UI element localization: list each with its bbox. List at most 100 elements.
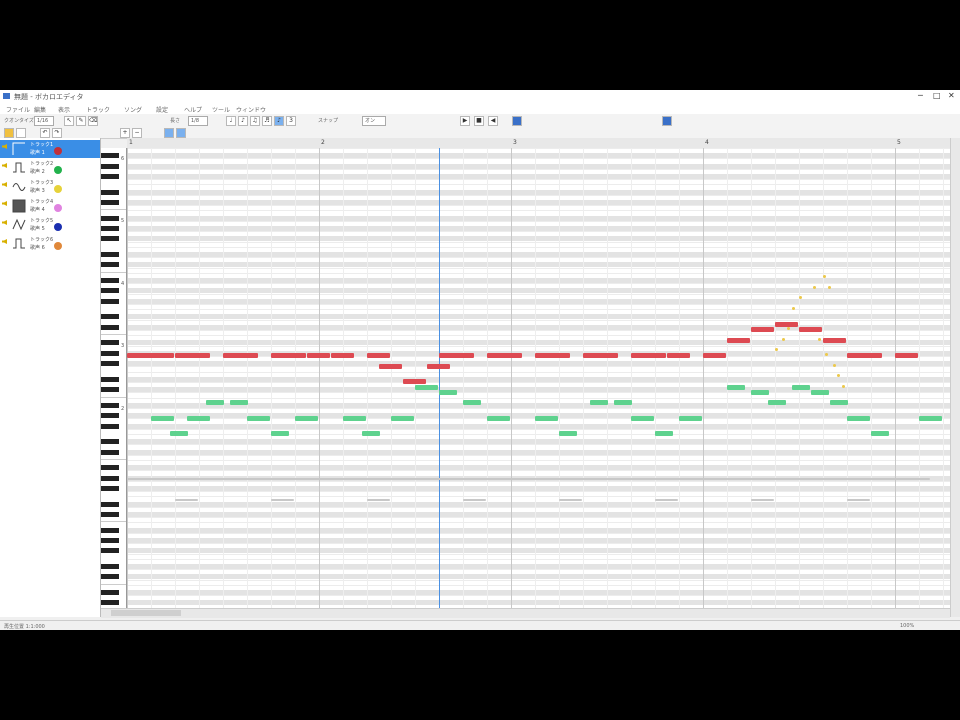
black-key[interactable]: [101, 288, 119, 294]
pitch-curve-point[interactable]: [791, 306, 795, 310]
red-note[interactable]: [379, 363, 402, 369]
black-key[interactable]: [101, 564, 119, 569]
black-key[interactable]: [101, 236, 119, 242]
green-note[interactable]: [463, 400, 482, 406]
zoom-in-icon[interactable]: +: [120, 128, 130, 138]
green-note[interactable]: [751, 389, 770, 395]
track-color-dot[interactable]: [54, 147, 62, 155]
menu-track[interactable]: トラック: [86, 105, 110, 114]
green-note[interactable]: [391, 415, 414, 421]
black-key[interactable]: [101, 439, 119, 445]
green-note[interactable]: [362, 431, 381, 437]
green-note[interactable]: [791, 384, 810, 390]
green-note[interactable]: [727, 384, 746, 390]
speaker-icon[interactable]: [2, 144, 7, 149]
stop-icon[interactable]: ■: [474, 116, 484, 126]
piano-keyboard[interactable]: 6 5 4 3 2: [101, 148, 127, 608]
green-note[interactable]: [655, 431, 674, 437]
note-eighth-icon[interactable]: ♬: [262, 116, 272, 126]
black-key[interactable]: [101, 153, 119, 159]
speaker-icon[interactable]: [2, 239, 7, 244]
track-color-dot[interactable]: [54, 185, 62, 193]
black-key[interactable]: [101, 189, 119, 195]
note-grid[interactable]: [127, 148, 950, 608]
red-note[interactable]: [487, 353, 522, 359]
red-note[interactable]: [175, 353, 210, 359]
black-key[interactable]: [101, 252, 119, 257]
track-color-dot[interactable]: [54, 223, 62, 231]
playhead[interactable]: [439, 148, 440, 608]
black-key[interactable]: [101, 527, 119, 533]
green-note[interactable]: [559, 431, 578, 437]
quantize-select[interactable]: 1/16: [34, 116, 54, 126]
scroll-thumb[interactable]: [111, 610, 181, 616]
black-key[interactable]: [101, 226, 119, 231]
undo-icon[interactable]: ↶: [40, 128, 50, 138]
play-icon[interactable]: ▶: [460, 116, 470, 126]
red-note[interactable]: [535, 353, 570, 359]
black-key[interactable]: [101, 361, 119, 367]
pitch-curve-point[interactable]: [782, 337, 786, 341]
red-note[interactable]: [703, 353, 726, 359]
green-note[interactable]: [830, 400, 849, 406]
red-note[interactable]: [895, 353, 918, 359]
black-key[interactable]: [101, 423, 119, 429]
pencil-tool-icon[interactable]: ✎: [76, 116, 86, 126]
green-note[interactable]: [187, 415, 210, 421]
black-key[interactable]: [101, 200, 119, 205]
note-half-icon[interactable]: ♪: [238, 116, 248, 126]
track-item[interactable]: トラック4 歌声 4: [0, 197, 100, 215]
snap-select[interactable]: オン: [362, 116, 386, 126]
gray-note[interactable]: [751, 499, 774, 501]
minimize-button[interactable]: ─: [918, 91, 923, 100]
gray-note[interactable]: [559, 499, 582, 501]
black-key[interactable]: [101, 512, 119, 517]
red-note[interactable]: [271, 353, 306, 359]
gray-note[interactable]: [367, 499, 390, 501]
black-key[interactable]: [101, 278, 119, 283]
green-note[interactable]: [247, 415, 270, 421]
gray-note[interactable]: [655, 499, 678, 501]
track-view-icon[interactable]: [164, 128, 174, 138]
black-key[interactable]: [101, 387, 119, 393]
track-color-dot[interactable]: [54, 204, 62, 212]
black-key[interactable]: [101, 163, 119, 169]
green-note[interactable]: [295, 415, 318, 421]
red-note[interactable]: [439, 353, 474, 359]
green-note[interactable]: [871, 431, 890, 437]
rewind-icon[interactable]: ◀: [488, 116, 498, 126]
menu-settings[interactable]: 設定: [156, 105, 168, 114]
black-key[interactable]: [101, 376, 119, 382]
arrow-tool-icon[interactable]: ↖: [64, 116, 74, 126]
triplet-icon[interactable]: 3: [286, 116, 296, 126]
green-note[interactable]: [170, 431, 189, 437]
red-note[interactable]: [751, 327, 774, 333]
note-sixteenth-icon[interactable]: ♪: [274, 116, 284, 126]
gray-note[interactable]: [175, 499, 198, 501]
green-note[interactable]: [487, 415, 510, 421]
speaker-icon[interactable]: [2, 163, 7, 168]
track-color-dot[interactable]: [54, 242, 62, 250]
zoom-out-icon[interactable]: −: [132, 128, 142, 138]
gray-note[interactable]: [463, 499, 486, 501]
red-note[interactable]: [223, 353, 258, 359]
black-key[interactable]: [101, 262, 119, 268]
track-item[interactable]: トラック1 歌声 1: [0, 140, 100, 158]
gray-note[interactable]: [271, 499, 294, 501]
green-note[interactable]: [679, 415, 702, 421]
gray-note[interactable]: [127, 478, 930, 481]
black-key[interactable]: [101, 501, 119, 507]
green-note[interactable]: [439, 389, 458, 395]
black-key[interactable]: [101, 486, 119, 491]
length-select[interactable]: 1/8: [188, 116, 208, 126]
black-key[interactable]: [101, 324, 119, 330]
black-key[interactable]: [101, 298, 119, 304]
horizontal-scrollbar[interactable]: [101, 608, 950, 618]
volume-slider[interactable]: [512, 116, 522, 126]
black-key[interactable]: [101, 314, 119, 320]
speaker-icon[interactable]: [2, 182, 7, 187]
red-note[interactable]: [331, 353, 354, 359]
pitch-curve-point[interactable]: [832, 363, 836, 367]
green-note[interactable]: [811, 389, 830, 395]
pitch-curve-point[interactable]: [818, 337, 822, 341]
